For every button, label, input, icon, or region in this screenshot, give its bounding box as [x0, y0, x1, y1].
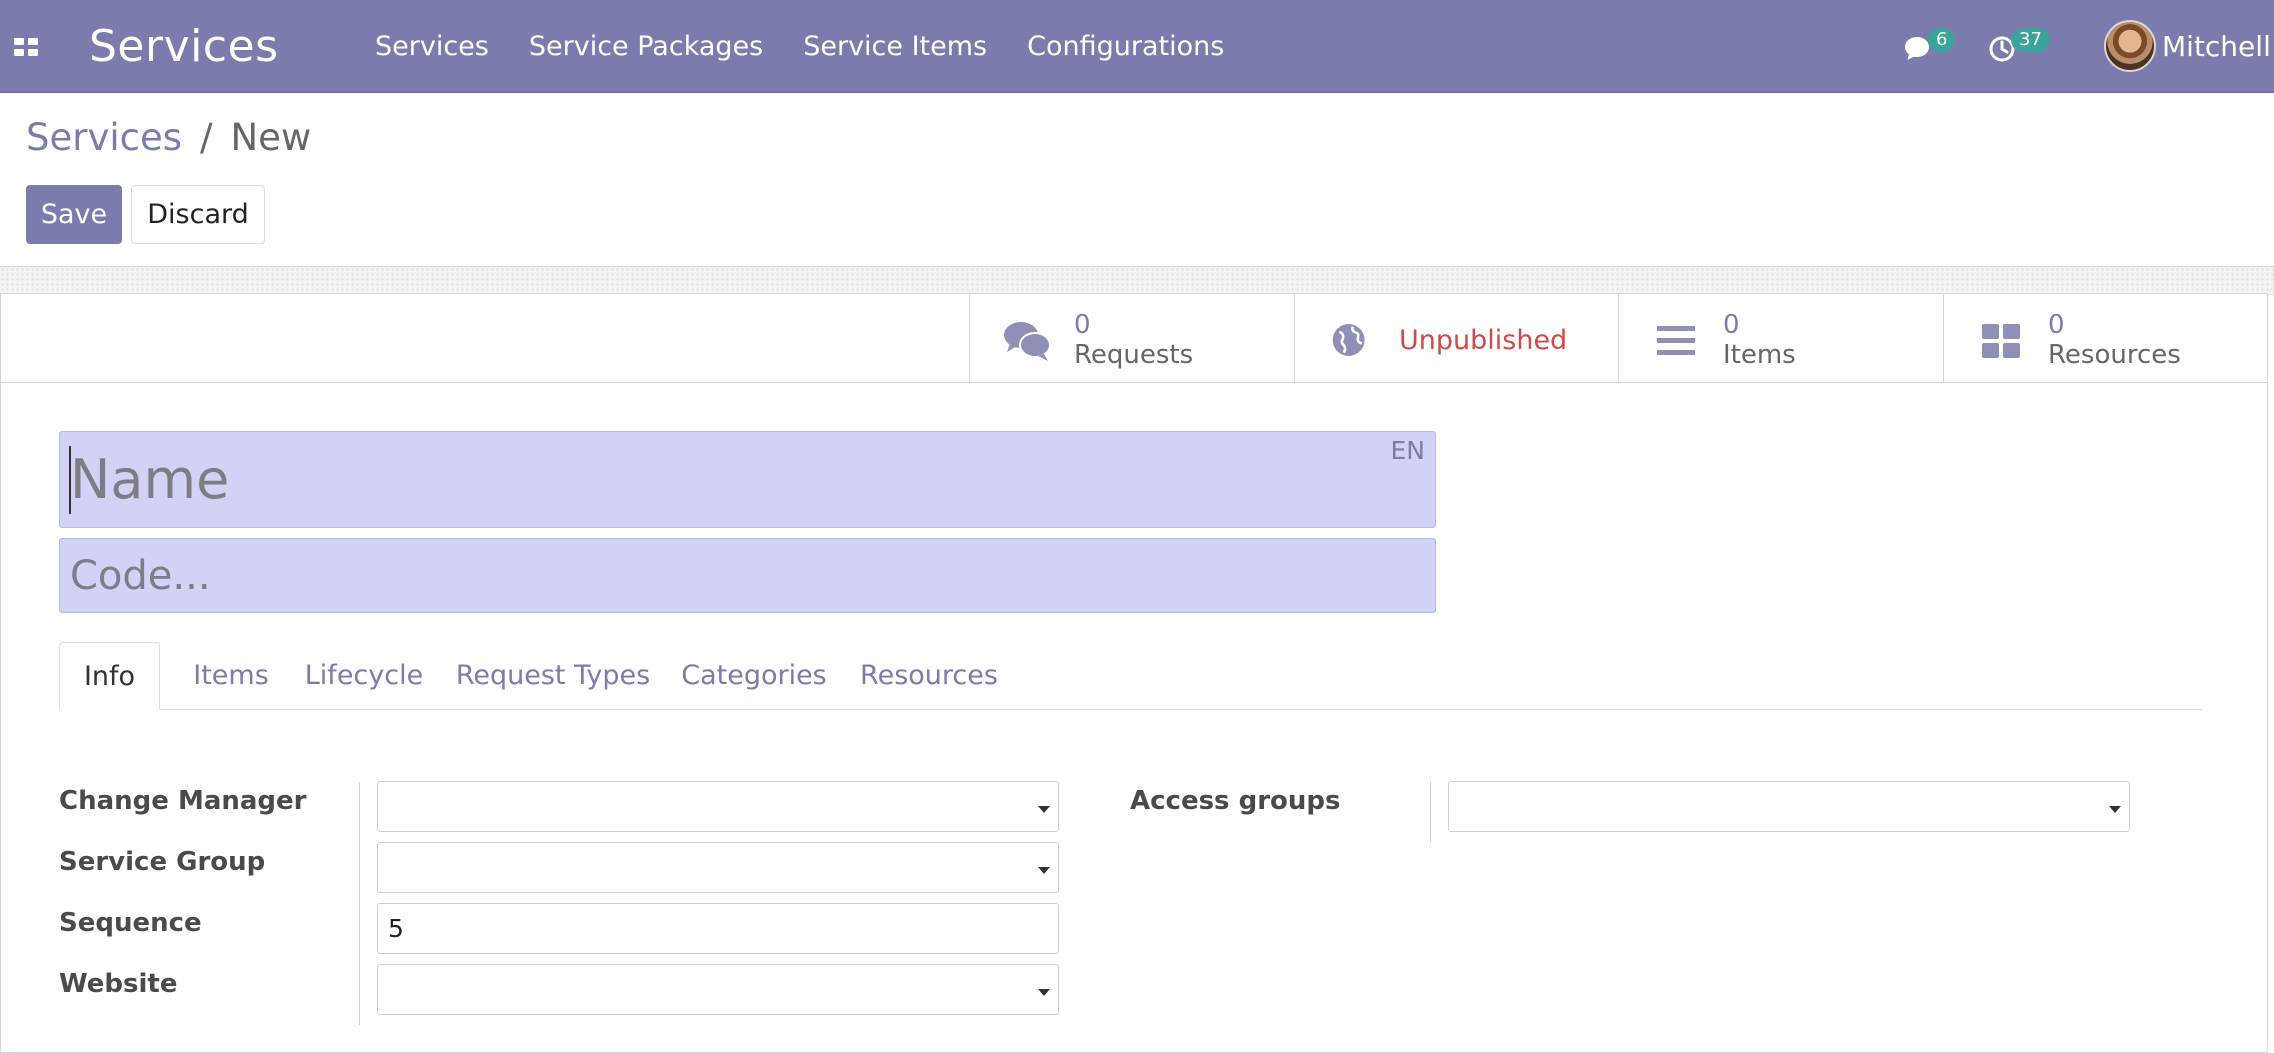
main-navbar: Services Services Service Packages Servi… — [0, 0, 2274, 93]
avatar — [2104, 20, 2156, 72]
menu-configurations[interactable]: Configurations — [1027, 31, 1224, 62]
activities-badge: 37 — [2011, 28, 2050, 52]
tab-lifecycle[interactable]: Lifecycle — [302, 642, 426, 709]
list-icon — [1657, 326, 1695, 355]
change-manager-select[interactable] — [377, 781, 1059, 832]
code-field[interactable] — [59, 538, 1436, 613]
breadcrumb-services-link[interactable]: Services — [26, 116, 182, 159]
text-caret — [69, 446, 71, 514]
access-groups-select[interactable] — [1448, 781, 2130, 832]
button-box-divider — [0, 382, 969, 383]
service-group-label: Service Group — [59, 847, 266, 877]
user-name: Mitchell — [2162, 29, 2271, 63]
requests-stat-button[interactable]: 0 Requests — [969, 294, 1294, 383]
discard-button[interactable]: Discard — [131, 185, 265, 244]
grid-icon — [1982, 324, 2020, 358]
access-groups-label: Access groups — [1130, 786, 1341, 816]
website-label: Website — [59, 969, 178, 999]
messages-badge: 6 — [1928, 28, 1956, 52]
menu-services[interactable]: Services — [375, 31, 489, 62]
change-manager-label: Change Manager — [59, 786, 307, 816]
tab-request-types[interactable]: Request Types — [454, 642, 652, 709]
resources-count: 0 — [2048, 310, 2065, 340]
menu-service-items[interactable]: Service Items — [803, 31, 987, 62]
translate-button[interactable]: EN — [1391, 436, 1426, 465]
publish-status: Unpublished — [1399, 325, 1568, 356]
menu-service-packages[interactable]: Service Packages — [529, 31, 763, 62]
comments-icon — [1004, 322, 1051, 361]
items-label: Items — [1723, 340, 1796, 370]
messages-systray[interactable]: 6 — [1902, 28, 1956, 64]
right-group-separator — [1430, 782, 1431, 842]
chevron-down-icon — [1038, 867, 1050, 874]
chevron-down-icon — [1038, 989, 1050, 996]
code-input[interactable] — [60, 539, 1435, 612]
breadcrumb-separator: / — [200, 116, 213, 159]
website-select[interactable] — [377, 964, 1059, 1015]
chevron-down-icon — [1038, 806, 1050, 813]
requests-count: 0 — [1074, 310, 1091, 340]
activities-systray[interactable]: 37 — [1985, 28, 2055, 64]
tab-categories[interactable]: Categories — [674, 642, 834, 709]
notebook-tabs: Info Items Lifecycle Request Types Categ… — [59, 642, 2202, 710]
resources-stat-button[interactable]: 0 Resources — [1943, 294, 2268, 383]
name-field[interactable]: EN — [59, 431, 1436, 528]
left-group-separator — [359, 782, 360, 1025]
top-menu: Services Service Packages Service Items … — [375, 31, 1264, 62]
name-input[interactable] — [60, 432, 1435, 527]
sequence-input[interactable]: 5 — [377, 903, 1059, 954]
tab-info[interactable]: Info — [59, 642, 160, 710]
user-menu[interactable]: Mitchell — [2104, 20, 2271, 72]
items-stat-button[interactable]: 0 Items — [1618, 294, 1943, 383]
sequence-label: Sequence — [59, 908, 202, 938]
app-title[interactable]: Services — [89, 21, 279, 72]
items-count: 0 — [1723, 310, 1740, 340]
service-group-select[interactable] — [377, 842, 1059, 893]
save-button[interactable]: Save — [26, 185, 122, 244]
tab-items[interactable]: Items — [177, 642, 285, 709]
breadcrumb: Services / New — [26, 116, 311, 159]
requests-label: Requests — [1074, 340, 1194, 370]
chevron-down-icon — [2109, 806, 2121, 813]
globe-icon — [1332, 324, 1365, 356]
website-publish-button[interactable]: Unpublished — [1294, 294, 1618, 383]
breadcrumb-current: New — [230, 116, 312, 159]
resources-label: Resources — [2048, 340, 2181, 370]
tab-resources[interactable]: Resources — [854, 642, 1004, 709]
apps-menu-icon[interactable] — [14, 38, 38, 56]
form-background — [0, 266, 2274, 295]
